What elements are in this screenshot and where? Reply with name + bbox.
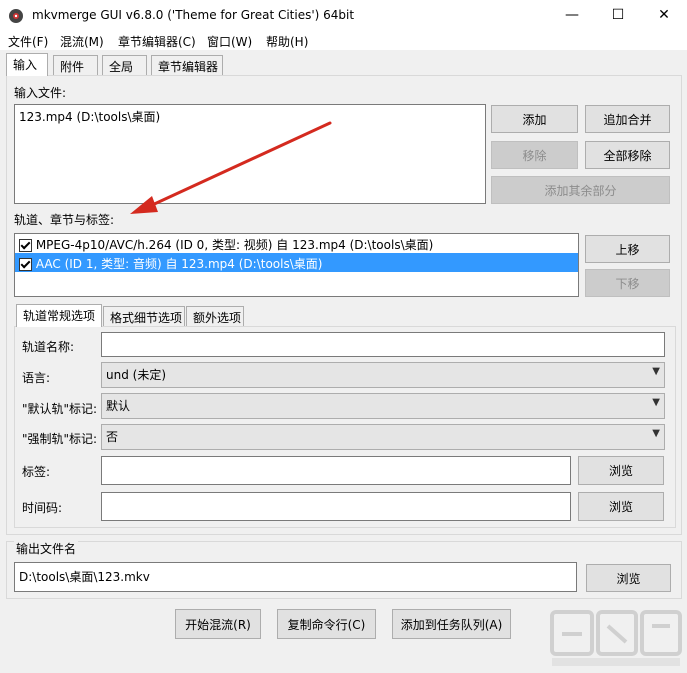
tab-global[interactable]: 全局 (102, 55, 147, 76)
close-icon: ✕ (658, 7, 670, 23)
window-title: mkvmerge GUI v6.8.0 ('Theme for Great Ci… (32, 8, 355, 22)
menu-mux[interactable]: 混流(M) (60, 33, 104, 50)
tab-chapter-editor[interactable]: 章节编辑器 (151, 55, 223, 76)
add-button[interactable]: 添加 (491, 105, 578, 133)
input-files-label: 输入文件: (14, 86, 67, 100)
track-checkbox[interactable] (19, 258, 32, 271)
timecodes-browse-button[interactable]: 浏览 (578, 492, 664, 521)
tags-label: 标签: (22, 465, 51, 479)
remove-all-button[interactable]: 全部移除 (585, 141, 670, 169)
append-button[interactable]: 追加合并 (585, 105, 670, 133)
tags-browse-button[interactable]: 浏览 (578, 456, 664, 485)
output-browse-button[interactable]: 浏览 (586, 564, 671, 592)
output-filename-field[interactable]: D:\tools\桌面\123.mkv (14, 562, 577, 592)
tab-format-details[interactable]: 格式细节选项 (103, 306, 185, 327)
default-flag-value: 默认 (106, 399, 131, 413)
forced-flag-value: 否 (106, 430, 119, 444)
output-label: 输出文件名 (14, 540, 79, 557)
track-row-audio[interactable]: AAC (ID 1, 类型: 音频) 自 123.mp4 (D:\tools\桌… (15, 253, 578, 272)
track-name-label: 轨道名称: (22, 340, 75, 354)
add-other-parts-button[interactable]: 添加其余部分 (491, 176, 670, 204)
track-label: AAC (ID 1, 类型: 音频) 自 123.mp4 (D:\tools\桌… (35, 257, 323, 271)
default-flag-select[interactable]: 默认 ▼ (101, 393, 665, 419)
timecodes-label: 时间码: (22, 501, 63, 515)
chevron-down-icon: ▼ (652, 397, 660, 408)
chevron-down-icon: ▼ (652, 428, 660, 439)
language-value: und (未定) (106, 368, 167, 382)
tracks-label: 轨道、章节与标签: (14, 213, 115, 227)
move-down-button[interactable]: 下移 (585, 269, 670, 297)
track-label: MPEG-4p10/AVC/h.264 (ID 0, 类型: 视频) 自 123… (35, 238, 434, 252)
start-mux-button[interactable]: 开始混流(R) (175, 609, 261, 639)
maximize-button[interactable]: ☐ (595, 0, 641, 30)
language-select[interactable]: und (未定) ▼ (101, 362, 665, 388)
language-label: 语言: (22, 371, 51, 385)
app-icon (8, 8, 24, 24)
close-button[interactable]: ✕ (641, 0, 687, 30)
timecodes-field[interactable] (101, 492, 571, 521)
track-name-field[interactable] (101, 332, 665, 357)
default-flag-label: "默认轨"标记: (22, 402, 98, 416)
input-files-list[interactable]: 123.mp4 (D:\tools\桌面) (14, 104, 486, 204)
maximize-icon: ☐ (611, 7, 625, 23)
menu-help[interactable]: 帮助(H) (266, 33, 308, 50)
chevron-down-icon: ▼ (652, 366, 660, 377)
tracks-list[interactable]: MPEG-4p10/AVC/h.264 (ID 0, 类型: 视频) 自 123… (14, 233, 579, 297)
add-to-queue-button[interactable]: 添加到任务队列(A) (392, 609, 511, 639)
minimize-icon: — (565, 7, 579, 23)
tab-attachments[interactable]: 附件 (53, 55, 98, 76)
menu-window[interactable]: 窗口(W) (207, 33, 252, 50)
input-file-item[interactable]: 123.mp4 (D:\tools\桌面) (15, 105, 485, 128)
minimize-button[interactable]: — (549, 0, 595, 30)
track-checkbox[interactable] (19, 239, 32, 252)
tab-input[interactable]: 输入 (6, 53, 48, 76)
menu-chapter-editor[interactable]: 章节编辑器(C) (118, 33, 196, 50)
forced-flag-label: "强制轨"标记: (22, 432, 98, 446)
remove-button[interactable]: 移除 (491, 141, 578, 169)
forced-flag-select[interactable]: 否 ▼ (101, 424, 665, 450)
tab-extra-options[interactable]: 额外选项 (186, 306, 244, 327)
track-row-video[interactable]: MPEG-4p10/AVC/h.264 (ID 0, 类型: 视频) 自 123… (15, 234, 578, 253)
tags-field[interactable] (101, 456, 571, 485)
watermark-logo (548, 606, 684, 668)
tab-track-general[interactable]: 轨道常规选项 (16, 304, 102, 327)
copy-command-button[interactable]: 复制命令行(C) (277, 609, 376, 639)
menu-file[interactable]: 文件(F) (8, 33, 48, 50)
move-up-button[interactable]: 上移 (585, 235, 670, 263)
